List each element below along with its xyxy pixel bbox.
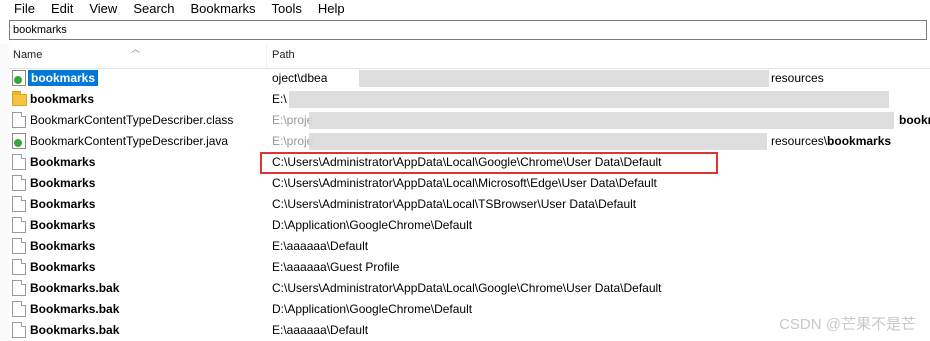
menu-tools[interactable]: Tools: [264, 0, 310, 18]
item-path: C:\Users\Administrator\AppData\Local\TSB…: [272, 197, 637, 211]
column-divider[interactable]: [266, 44, 267, 68]
watermark: CSDN @芒果不是芒: [779, 316, 916, 333]
column-name-header[interactable]: Name: [13, 49, 42, 61]
item-name: bookmarks: [30, 92, 95, 106]
file-icon: [12, 280, 26, 296]
menu-help[interactable]: Help: [310, 0, 353, 18]
item-name: Bookmarks.bak: [30, 323, 120, 337]
file-icon: [12, 322, 26, 338]
item-name: BookmarkContentTypeDescriber.class: [30, 113, 234, 127]
item-path-visible-left: E:\proje: [272, 134, 314, 148]
file-icon: [12, 217, 26, 233]
file-icon: [12, 112, 26, 128]
item-name: Bookmarks: [30, 260, 96, 274]
menu-edit[interactable]: Edit: [43, 0, 81, 18]
list-item[interactable]: bookmarks oject\dbea resources: [9, 68, 930, 89]
menu-view[interactable]: View: [81, 0, 125, 18]
redaction-blur: [309, 133, 767, 150]
list-item[interactable]: Bookmarks D:\Application\GoogleChrome\De…: [9, 215, 930, 236]
item-path: E:\aaaaaa\Guest Profile: [272, 260, 400, 274]
item-path: E:\aaaaaa\Default: [272, 323, 369, 337]
list-item[interactable]: Bookmarks E:\aaaaaa\Default: [9, 236, 930, 257]
item-name: bookmarks: [28, 70, 99, 86]
item-name: BookmarkContentTypeDescriber.java: [30, 134, 229, 148]
list-item[interactable]: Bookmarks.bak C:\Users\Administrator\App…: [9, 278, 930, 299]
file-icon: [12, 259, 26, 275]
folder-icon: [12, 91, 27, 106]
menu-file[interactable]: File: [0, 0, 43, 18]
search-input[interactable]: bookmarks: [9, 20, 927, 40]
item-name: Bookmarks: [30, 239, 96, 253]
item-path-match: bookmarks: [827, 134, 892, 148]
redaction-blur: [359, 70, 769, 87]
list-item[interactable]: BookmarkContentTypeDescriber.class E:\pr…: [9, 110, 930, 131]
menu-bookmarks[interactable]: Bookmarks: [183, 0, 264, 18]
app-file-icon: [12, 133, 26, 149]
item-path: D:\Application\GoogleChrome\Default: [272, 218, 473, 232]
item-path: E:\aaaaaa\Default: [272, 239, 369, 253]
list-item[interactable]: Bookmarks E:\aaaaaa\Guest Profile: [9, 257, 930, 278]
left-edge-strip: [0, 44, 9, 340]
file-icon: [12, 196, 26, 212]
file-icon: [12, 154, 26, 170]
item-path-visible-right: resources\bookmarks: [771, 134, 891, 148]
item-name: Bookmarks.bak: [30, 302, 120, 316]
column-header: Name ︿ Path: [9, 44, 930, 69]
redaction-blur: [309, 112, 894, 129]
file-icon: [12, 301, 26, 317]
item-path-visible-right: resources: [771, 71, 824, 85]
redaction-blur: [289, 91, 889, 108]
results-list: bookmarks oject\dbea resources bookmarks…: [9, 68, 930, 341]
column-path-header[interactable]: Path: [272, 49, 295, 61]
list-item[interactable]: Bookmarks C:\Users\Administrator\AppData…: [9, 173, 930, 194]
item-path-visible-left: E:\proje: [272, 113, 314, 127]
item-name: Bookmarks.bak: [30, 281, 120, 295]
item-path-partial: oject\dbea: [272, 71, 327, 85]
list-item[interactable]: BookmarkContentTypeDescriber.java E:\pro…: [9, 131, 930, 152]
item-name: Bookmarks: [30, 218, 96, 232]
item-path: D:\Application\GoogleChrome\Default: [272, 302, 473, 316]
list-item[interactable]: bookmarks E:\: [9, 89, 930, 110]
item-path: C:\Users\Administrator\AppData\Local\Goo…: [272, 281, 662, 295]
menu-bar: File Edit View Search Bookmarks Tools He…: [0, 0, 930, 18]
item-path-visible-right: bookm: [899, 113, 930, 127]
list-item[interactable]: Bookmarks C:\Users\Administrator\AppData…: [9, 194, 930, 215]
item-name: Bookmarks: [30, 197, 96, 211]
sort-ascending-icon: ︿: [131, 44, 141, 54]
file-icon: [12, 175, 26, 191]
item-path: E:\: [272, 92, 287, 106]
item-path-segment: resources\: [771, 134, 828, 148]
item-path-visible-left: oject\dbea: [272, 71, 328, 85]
menu-search[interactable]: Search: [125, 0, 182, 18]
item-name: Bookmarks: [30, 155, 96, 169]
item-name: Bookmarks: [30, 176, 96, 190]
file-icon: [12, 238, 26, 254]
highlight-annotation-box: [260, 152, 718, 174]
item-path: C:\Users\Administrator\AppData\Local\Mic…: [272, 176, 657, 190]
app-file-icon: [12, 70, 26, 86]
